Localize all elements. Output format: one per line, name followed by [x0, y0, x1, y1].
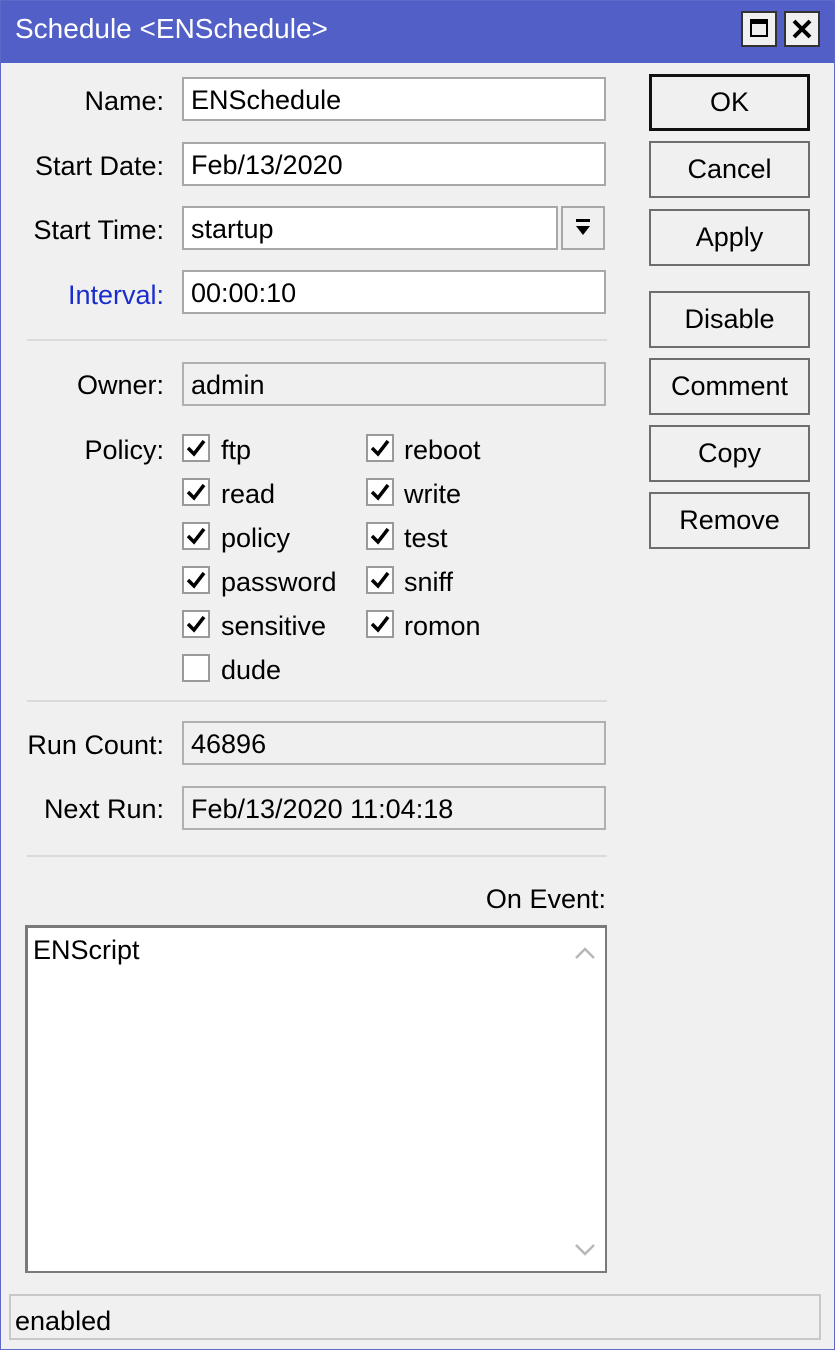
scroll-up-icon[interactable] — [574, 946, 596, 960]
policy-dude-checkbox[interactable] — [182, 654, 210, 682]
policy-read-checkbox[interactable] — [182, 478, 210, 506]
start-time-field[interactable]: startup — [182, 206, 558, 250]
policy-write-label: write — [404, 479, 462, 509]
cancel-button[interactable]: Cancel — [649, 141, 810, 198]
check-icon — [370, 483, 390, 501]
close-button[interactable] — [784, 11, 820, 47]
policy-policy-checkbox[interactable] — [182, 522, 210, 550]
run-count-field: 46896 — [182, 721, 606, 765]
start-date-field[interactable]: Feb/13/2020 — [182, 142, 606, 186]
policy-reboot-label: reboot — [404, 435, 481, 465]
policy-romon-label: romon — [404, 611, 481, 641]
interval-field[interactable]: 00:00:10 — [182, 270, 606, 314]
check-icon — [186, 483, 206, 501]
policy-sniff-checkbox[interactable] — [366, 566, 394, 594]
policy-password-label: password — [221, 567, 337, 597]
policy-sensitive-label: sensitive — [221, 611, 327, 641]
start-time-dropdown-button[interactable] — [561, 206, 605, 250]
policy-reboot-checkbox[interactable] — [366, 434, 394, 462]
policy-ftp-label: ftp — [221, 435, 252, 465]
status-text: enabled — [15, 1306, 112, 1336]
policy-read-label: read — [221, 479, 276, 509]
policy-test-checkbox[interactable] — [366, 522, 394, 550]
policy-write-checkbox[interactable] — [366, 478, 394, 506]
separator — [27, 339, 607, 341]
name-label: Name: — [84, 86, 164, 116]
start-date-label: Start Date: — [34, 151, 164, 181]
policy-dude-label: dude — [221, 655, 282, 685]
schedule-dialog: Schedule <ENSchedule> Name: ENSchedule S… — [0, 0, 835, 1350]
next-run-field: Feb/13/2020 11:04:18 — [182, 786, 606, 830]
title-bar[interactable]: Schedule <ENSchedule> — [1, 1, 834, 63]
status-bar: enabled — [9, 1294, 821, 1340]
check-icon — [370, 571, 390, 589]
owner-field: admin — [182, 362, 606, 406]
disable-button[interactable]: Disable — [649, 291, 810, 348]
policy-password-checkbox[interactable] — [182, 566, 210, 594]
policy-ftp-checkbox[interactable] — [182, 434, 210, 462]
check-icon — [370, 615, 390, 633]
apply-button[interactable]: Apply — [649, 209, 810, 266]
check-icon — [186, 527, 206, 545]
on-event-textarea[interactable]: ENScript — [25, 925, 607, 1273]
check-icon — [186, 439, 206, 457]
policy-test-label: test — [404, 523, 448, 553]
start-time-label: Start Time: — [33, 215, 164, 245]
dropdown-arrow-icon — [576, 219, 590, 235]
scroll-down-icon[interactable] — [574, 1243, 596, 1257]
check-icon — [370, 439, 390, 457]
run-count-label: Run Count: — [27, 730, 164, 760]
check-icon — [186, 571, 206, 589]
interval-label: Interval: — [67, 280, 164, 310]
remove-button[interactable]: Remove — [649, 492, 810, 549]
separator — [27, 855, 607, 857]
policy-sensitive-checkbox[interactable] — [182, 610, 210, 638]
comment-button[interactable]: Comment — [649, 358, 810, 415]
policy-label: Policy: — [84, 435, 164, 465]
check-icon — [186, 615, 206, 633]
separator — [27, 700, 607, 702]
policy-sniff-label: sniff — [404, 567, 454, 597]
ok-button[interactable]: OK — [649, 74, 810, 131]
policy-policy-label: policy — [221, 523, 291, 553]
name-field[interactable]: ENSchedule — [182, 77, 606, 121]
check-icon — [370, 527, 390, 545]
copy-button[interactable]: Copy — [649, 425, 810, 482]
on-event-text: ENScript — [33, 935, 140, 965]
window-title: Schedule <ENSchedule> — [15, 13, 328, 44]
close-icon — [792, 19, 812, 39]
owner-label: Owner: — [76, 370, 164, 400]
next-run-label: Next Run: — [43, 794, 164, 824]
maximize-button[interactable] — [741, 11, 777, 47]
on-event-label: On Event: — [485, 884, 606, 914]
scrollbar[interactable] — [567, 928, 605, 1271]
policy-romon-checkbox[interactable] — [366, 610, 394, 638]
maximize-icon — [750, 19, 768, 37]
